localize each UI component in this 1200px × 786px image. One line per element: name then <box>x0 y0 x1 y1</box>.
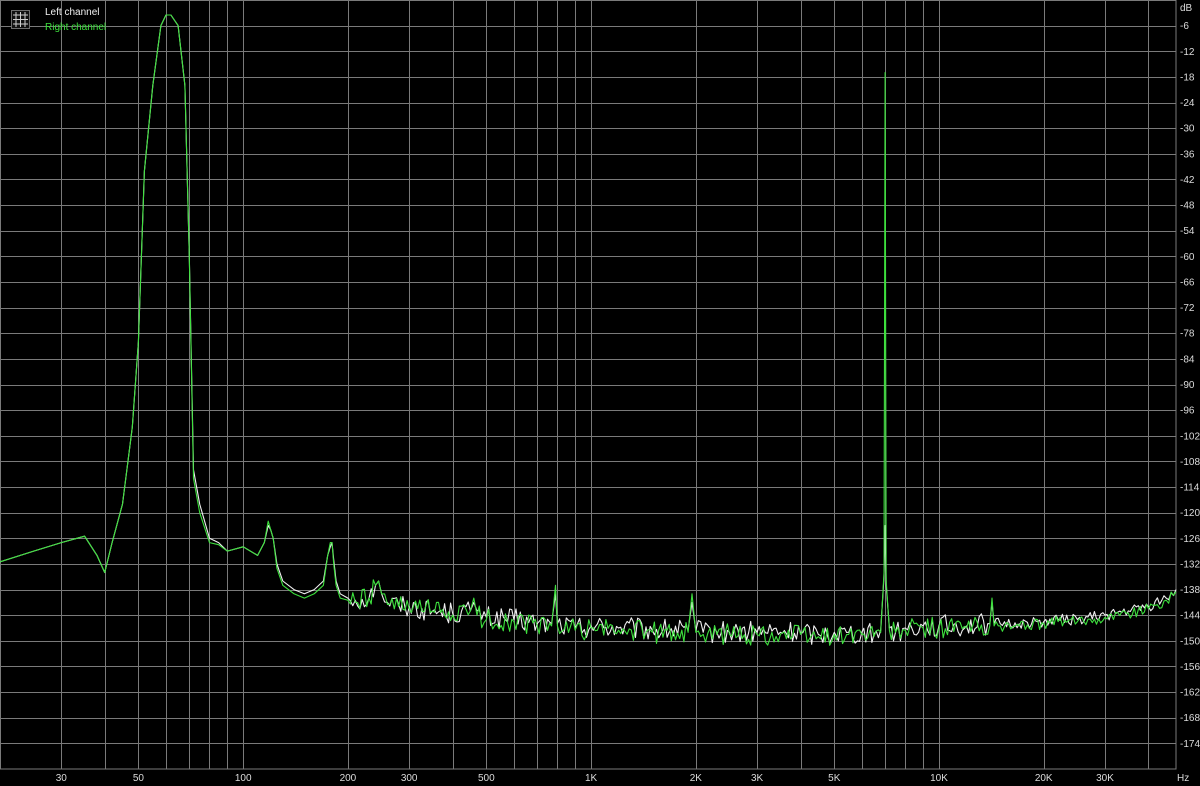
y-tick-label-8: -54 <box>1180 226 1195 237</box>
y-tick-label-1: -12 <box>1180 47 1195 58</box>
y-tick-label-4: -30 <box>1180 124 1195 135</box>
x-tick-label-4: 300 <box>401 773 418 784</box>
y-tick-label-25: -156 <box>1180 662 1200 673</box>
x-tick-label-12: 30K <box>1096 773 1114 784</box>
y-tick-label-17: -108 <box>1180 457 1200 468</box>
legend-label-1: Right channel <box>45 22 106 33</box>
y-tick-label-0: -6 <box>1180 21 1189 32</box>
y-tick-label-21: -132 <box>1180 559 1200 570</box>
y-tick-label-23: -144 <box>1180 611 1200 622</box>
grid-icon <box>11 10 30 29</box>
y-tick-label-10: -66 <box>1180 277 1195 288</box>
chart-background <box>0 0 1200 786</box>
y-tick-label-14: -90 <box>1180 380 1195 391</box>
y-tick-label-6: -42 <box>1180 175 1195 186</box>
y-tick-label-26: -162 <box>1180 688 1200 699</box>
y-tick-label-24: -150 <box>1180 636 1200 647</box>
x-tick-label-2: 100 <box>235 773 252 784</box>
y-tick-label-22: -138 <box>1180 585 1200 596</box>
x-axis-unit: Hz <box>1177 773 1189 784</box>
y-tick-label-28: -174 <box>1180 739 1200 750</box>
spectrum-chart: -6 -12 -18 -24 -30 -36 -42 -48 -54 -60 -66 -72 -78 -8… <box>0 0 1200 786</box>
y-tick-label-20: -126 <box>1180 534 1200 545</box>
x-tick-label-11: 20K <box>1035 773 1053 784</box>
y-tick-label-7: -48 <box>1180 201 1195 212</box>
x-tick-label-1: 50 <box>133 773 145 784</box>
x-tick-label-7: 2K <box>690 773 703 784</box>
y-tick-label-13: -84 <box>1180 354 1195 365</box>
y-tick-label-9: -60 <box>1180 252 1195 263</box>
x-tick-label-0: 30 <box>56 773 68 784</box>
y-tick-label-12: -78 <box>1180 329 1195 340</box>
x-tick-label-6: 1K <box>585 773 598 784</box>
y-tick-label-16: -102 <box>1180 431 1200 442</box>
x-tick-label-5: 500 <box>478 773 495 784</box>
y-tick-label-19: -120 <box>1180 508 1200 519</box>
y-tick-label-27: -168 <box>1180 713 1200 724</box>
y-tick-label-15: -96 <box>1180 406 1195 417</box>
x-tick-label-9: 5K <box>828 773 841 784</box>
x-tick-label-3: 200 <box>340 773 357 784</box>
y-axis-unit: dB <box>1180 3 1193 14</box>
x-tick-label-10: 10K <box>930 773 948 784</box>
y-tick-label-5: -36 <box>1180 149 1195 160</box>
y-tick-label-2: -18 <box>1180 72 1195 83</box>
x-tick-label-8: 3K <box>751 773 764 784</box>
y-tick-label-18: -114 <box>1180 483 1200 494</box>
y-tick-label-11: -72 <box>1180 303 1195 314</box>
y-tick-label-3: -24 <box>1180 98 1195 109</box>
legend-label-0: Left channel <box>45 7 100 18</box>
